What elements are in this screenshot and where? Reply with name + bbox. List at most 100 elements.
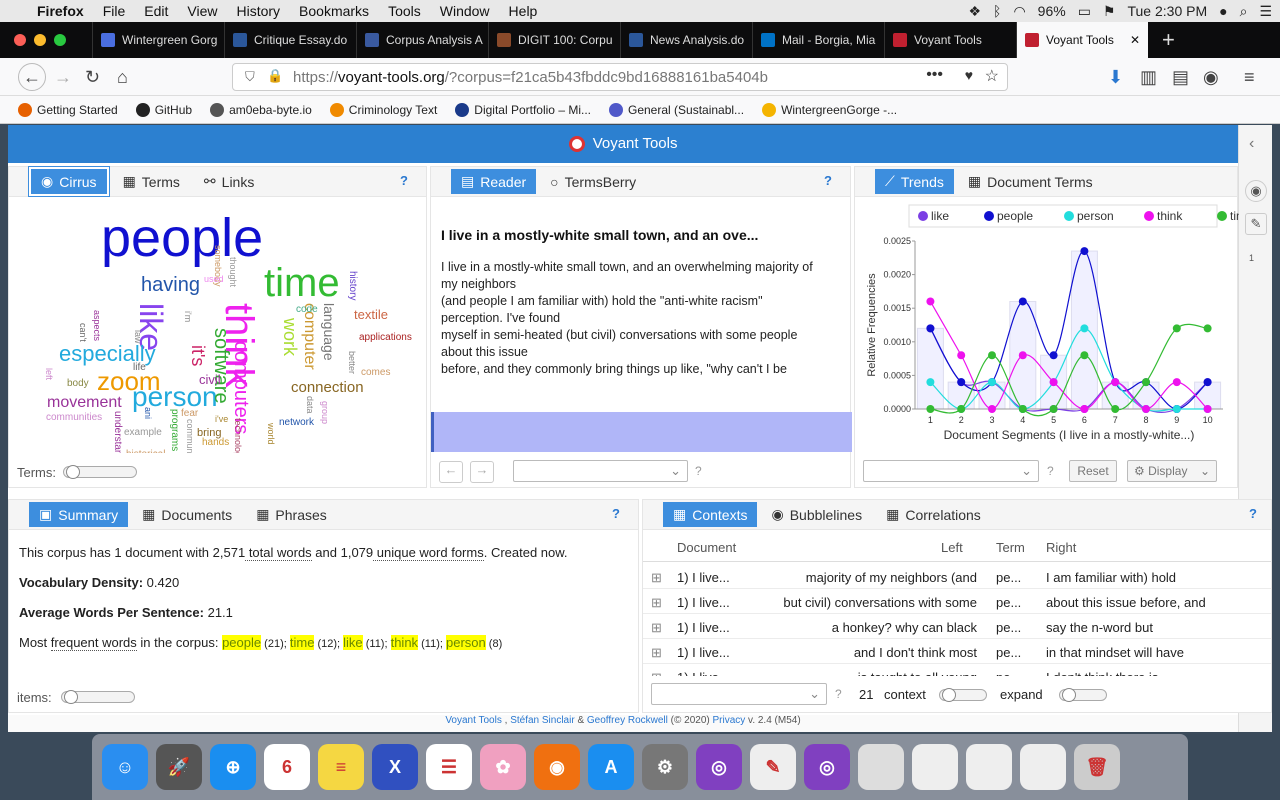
expand-row-icon[interactable]: ⊞ — [651, 595, 662, 611]
cloud-word[interactable]: life — [133, 363, 146, 373]
legend-swatch[interactable] — [1217, 211, 1227, 221]
browser-tab[interactable]: Voyant Tools ✕ — [1016, 22, 1148, 58]
collapse-chevron-icon[interactable]: ‹ — [1249, 135, 1254, 153]
cloud-word[interactable]: left — [44, 368, 54, 380]
context-slider-knob[interactable] — [942, 688, 956, 702]
data-point-time[interactable] — [1111, 405, 1120, 413]
forward-arrow-icon[interactable]: → — [54, 67, 72, 88]
github-desktop-2-icon[interactable]: ◎ — [804, 744, 850, 790]
contexts-help-icon[interactable]: ? — [1249, 506, 1257, 521]
terms-slider-knob[interactable] — [66, 465, 80, 479]
page-actions-icon[interactable]: ••• — [926, 66, 943, 84]
data-point-person[interactable] — [1172, 405, 1181, 413]
tab-summary[interactable]: ▣ Summary — [29, 502, 129, 527]
frequent-words-link[interactable]: frequent words — [50, 635, 137, 651]
data-point-time[interactable] — [1049, 405, 1058, 413]
wifi-icon[interactable]: ◠ — [1013, 3, 1025, 20]
cirrus-help-icon[interactable]: ? — [400, 173, 408, 188]
col-document[interactable]: Document — [677, 540, 736, 555]
cloud-word[interactable]: law — [133, 330, 143, 344]
unique-words-link[interactable]: unique word forms — [373, 545, 484, 561]
table-row[interactable]: ⊞ 1) I live... is taught to all young pe...… — [643, 664, 1271, 676]
data-point-people[interactable] — [1018, 297, 1027, 306]
data-point-person[interactable] — [1080, 324, 1089, 333]
data-point-time[interactable] — [926, 405, 935, 413]
data-point-time[interactable] — [1018, 405, 1027, 413]
cloud-word[interactable]: communities — [46, 413, 102, 423]
expand-row-icon[interactable]: ⊞ — [651, 620, 662, 636]
tab-phrases[interactable]: ▦ Phrases — [246, 502, 337, 527]
cloud-word[interactable]: connection — [291, 380, 364, 395]
finder-icon[interactable]: ☺ — [102, 744, 148, 790]
user-icon[interactable]: ● — [1219, 3, 1227, 19]
cloud-word[interactable]: applications — [359, 333, 412, 343]
expand-slider[interactable] — [1059, 688, 1107, 702]
browser-tab[interactable]: News Analysis.do — [620, 22, 752, 58]
cloud-word[interactable]: history — [347, 271, 358, 300]
bookmark-item[interactable]: am0eba-byte.io — [210, 102, 312, 117]
data-point-person[interactable] — [926, 378, 935, 387]
cloud-word[interactable]: programs — [169, 409, 180, 451]
flag-icon[interactable]: ⚑ — [1103, 3, 1116, 20]
textedit-icon[interactable]: ✎ — [750, 744, 796, 790]
data-point-time[interactable] — [1172, 324, 1181, 333]
cloud-word[interactable]: i'm — [183, 311, 193, 322]
close-tab-icon[interactable]: ✕ — [1130, 33, 1140, 47]
cloud-word[interactable]: body — [67, 379, 89, 389]
browser-tab[interactable]: Wintergreen Gorg — [92, 22, 224, 58]
context-slider[interactable] — [939, 688, 987, 702]
app-store-icon[interactable]: A — [588, 744, 634, 790]
cloud-word[interactable]: zoom — [97, 368, 161, 394]
cloud-word[interactable]: hands — [202, 438, 229, 448]
cloud-word[interactable]: software — [210, 328, 232, 404]
reader-select-help-icon[interactable]: ? — [695, 464, 702, 478]
cloud-word[interactable]: civil — [199, 373, 221, 386]
data-point-think[interactable] — [957, 351, 966, 360]
url-bar[interactable]: ⛉ 🔒 https://voyant-tools.org/?corpus=f21… — [232, 63, 1008, 91]
trash-icon[interactable]: 🗑 — [1074, 744, 1120, 790]
minimize-window-icon[interactable] — [34, 34, 46, 46]
cloud-word[interactable]: movement — [47, 395, 122, 411]
frequent-word[interactable]: people — [222, 635, 262, 650]
tab-termsberry[interactable]: ○ TermsBerry — [540, 170, 646, 194]
items-slider-knob[interactable] — [64, 690, 78, 704]
legend-swatch[interactable] — [918, 211, 928, 221]
cloud-word[interactable]: community — [185, 419, 195, 453]
legend-label[interactable]: time — [1230, 209, 1239, 223]
expand-row-icon[interactable]: ⊞ — [651, 670, 662, 676]
spotlight-search-icon[interactable]: ⌕ — [1240, 3, 1248, 20]
new-tab-icon[interactable]: + — [1162, 27, 1175, 53]
trends-chart[interactable]: like people person think time 0.0000 0.0005 0.0… — [855, 201, 1239, 451]
cloud-word[interactable]: example — [124, 428, 162, 438]
reader-help-icon[interactable]: ? — [824, 173, 832, 188]
menu-app-name[interactable]: Firefox — [37, 3, 84, 19]
footer-rockwell-link[interactable]: Geoffrey Rockwell — [587, 715, 668, 726]
expand-row-icon[interactable]: ⊞ — [651, 570, 662, 586]
menu-file[interactable]: File — [103, 3, 126, 19]
cloud-word[interactable]: world — [266, 423, 276, 445]
cloud-word[interactable]: work — [280, 318, 300, 356]
cloud-word[interactable]: having — [141, 275, 200, 295]
legend-swatch[interactable] — [1064, 211, 1074, 221]
table-row[interactable]: ⊞ 1) I live... a honkey? why can black pe..… — [643, 614, 1271, 639]
contexts-select-help-icon[interactable]: ? — [835, 687, 842, 701]
tab-correlations[interactable]: ▦ Correlations — [876, 502, 991, 527]
firefox-icon[interactable]: ◉ — [534, 744, 580, 790]
legend-label[interactable]: like — [931, 209, 949, 223]
data-point-think[interactable] — [1080, 405, 1089, 413]
cloud-word[interactable]: time — [264, 263, 340, 303]
data-point-think[interactable] — [988, 405, 996, 413]
data-point-think[interactable] — [1049, 378, 1058, 387]
notes-icon[interactable]: ✎ — [1245, 213, 1267, 235]
browser-tab[interactable]: Voyant Tools — [884, 22, 1016, 58]
menu-tools[interactable]: Tools — [388, 3, 421, 19]
cloud-word[interactable]: fear — [181, 409, 198, 419]
cloud-word[interactable]: data — [305, 396, 315, 414]
cloud-word[interactable]: thought — [228, 257, 238, 287]
data-point-time[interactable] — [1203, 324, 1212, 333]
tab-bubblelines[interactable]: ◉ Bubblelines — [761, 502, 872, 527]
data-point-think[interactable] — [1018, 351, 1027, 360]
browser-tab[interactable]: Mail - Borgia, Mia — [752, 22, 884, 58]
data-point-people[interactable] — [1203, 378, 1212, 387]
terms-slider[interactable] — [63, 465, 137, 479]
